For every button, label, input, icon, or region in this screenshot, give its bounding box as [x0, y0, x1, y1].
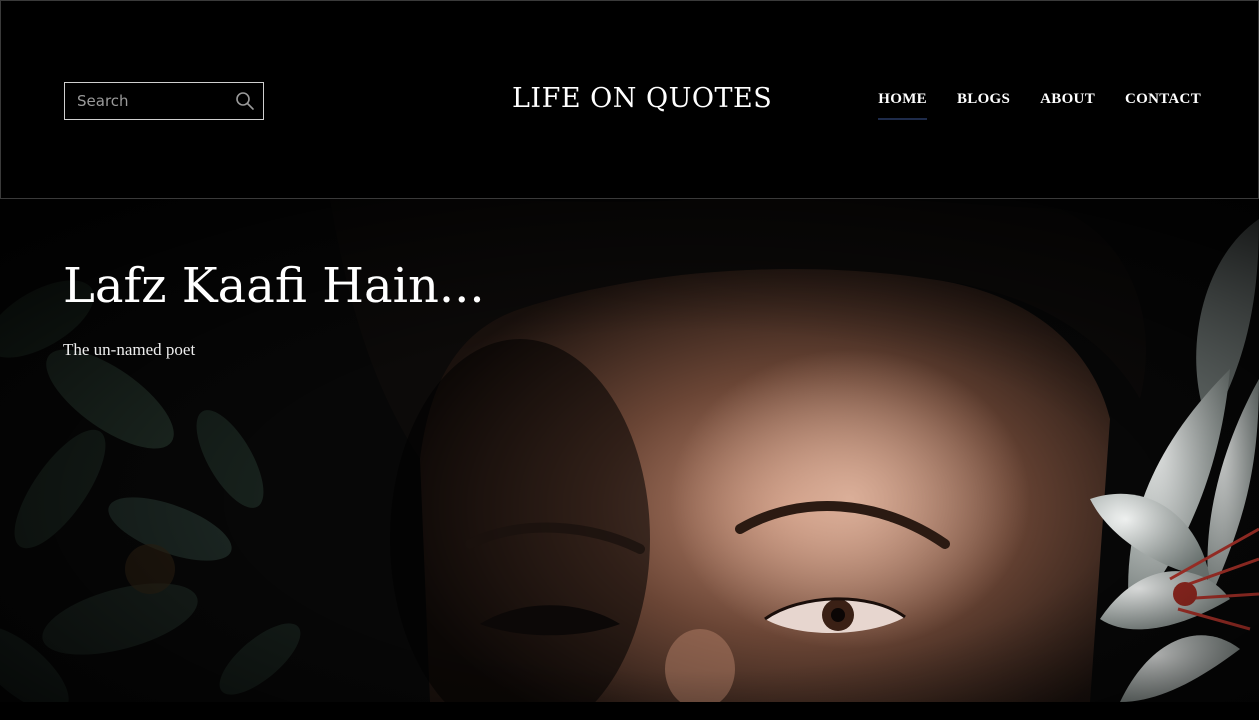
nav-about[interactable]: ABOUT	[1040, 91, 1095, 120]
main-nav: HOME BLOGS ABOUT CONTACT	[878, 91, 1201, 120]
site-logo[interactable]: LIFE ON QUOTES	[512, 83, 772, 114]
search-icon[interactable]	[235, 91, 255, 111]
nav-home[interactable]: HOME	[878, 91, 927, 120]
site-header: LIFE ON QUOTES HOME BLOGS ABOUT CONTACT	[0, 0, 1259, 199]
page-bottom-bar	[0, 702, 1259, 720]
search-input[interactable]	[65, 83, 231, 119]
nav-contact[interactable]: CONTACT	[1125, 91, 1201, 120]
hero-title: Lafz Kaafi Hain...	[63, 258, 485, 314]
hero-subtitle: The un-named poet	[63, 340, 196, 359]
nav-blogs[interactable]: BLOGS	[957, 91, 1010, 120]
search-box	[64, 82, 264, 120]
hero-banner: Lafz Kaafi Hain... The un-named poet	[0, 199, 1259, 702]
